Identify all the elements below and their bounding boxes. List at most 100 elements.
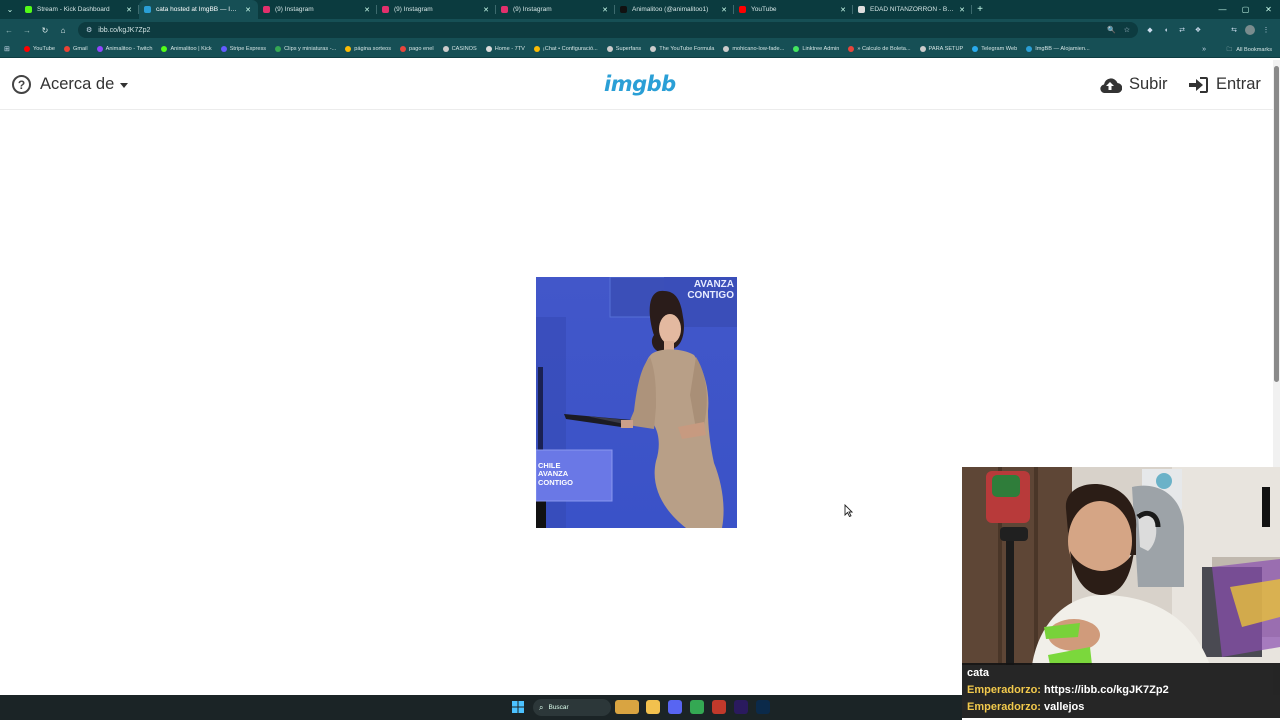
bookmark-item[interactable]: Gmail [63,46,88,52]
upload-button[interactable]: Subir [1098,75,1168,94]
bookmark-item[interactable]: Home - 7TV [485,46,525,52]
tab-search-icon[interactable]: ⌄ [0,0,20,19]
new-tab-button[interactable]: + [972,4,988,15]
bookmark-item[interactable]: mohicano-low-fade... [723,46,784,52]
home-icon[interactable]: ⌂ [54,19,72,41]
bookmark-favicon-icon [275,46,282,52]
tab-close-icon[interactable]: ✕ [958,6,966,14]
bookmark-item[interactable]: ImgBB — Alojamien... [1026,46,1090,52]
browser-tab[interactable]: (9) Instagram ✕ [496,0,615,19]
minimize-icon[interactable]: — [1211,0,1234,19]
browser-tab[interactable]: EDAD NITANZORRON - Buscar ✕ [853,0,972,19]
search-icon: ⌕ [539,702,544,712]
tab-close-icon[interactable]: ✕ [482,6,490,14]
discord-icon[interactable] [668,700,682,714]
browser-tab[interactable]: Stream - Kick Dashboard ✕ [20,0,139,19]
about-menu[interactable]: ? Acerca de [12,75,129,94]
tab-close-icon[interactable]: ✕ [720,6,728,14]
sync-icon[interactable]: ⇆ [1229,25,1239,35]
chat-username: Emperadorzo [967,701,1038,713]
windows-start-icon[interactable] [512,701,524,713]
bookmark-item[interactable]: Telegram Web [972,46,1017,52]
menu-icon[interactable]: ⋮ [1261,25,1271,35]
browser-tab[interactable]: (9) Instagram ✕ [258,0,377,19]
url-text[interactable]: ibb.co/kgJK7Zp2 [98,27,150,34]
bookmark-item[interactable]: The YouTube Formula [650,46,714,52]
all-bookmarks[interactable]: 🗀 All Bookmarks [1227,41,1272,58]
scrollbar-thumb[interactable] [1274,66,1279,382]
tab-title: (9) Instagram [513,6,552,13]
chrome-icon[interactable] [690,700,704,714]
extension-icon[interactable]: ◆ [1145,25,1155,35]
premiere-icon[interactable] [734,700,748,714]
translate-icon[interactable]: ⇄ [1177,25,1187,35]
bookmark-item[interactable]: Clips y miniaturas -... [275,46,336,52]
tab-close-icon[interactable]: ✕ [839,6,847,14]
taskbar-search[interactable]: ⌕ Buscar [533,699,611,716]
about-label: Acerca de [40,75,115,93]
bookmark-item[interactable]: Stripe Express [220,46,266,52]
apps-grid-icon[interactable]: ⊞ [4,45,18,53]
bookmark-item[interactable]: » Calculo de Boleta... [848,46,911,52]
tab-close-icon[interactable]: ✕ [244,6,252,14]
bookmark-favicon-icon [533,46,540,52]
bookmark-label: Animalitoo | Kick [170,46,212,52]
bookmark-item[interactable]: PARA SETUP [919,46,963,52]
bookmark-star-icon[interactable]: ☆ [1124,26,1130,34]
tab-title: (9) Instagram [275,6,314,13]
zoom-icon[interactable]: 🔍 [1107,26,1116,34]
bookmark-item[interactable]: YouTube [24,46,55,52]
bookmark-item[interactable]: página sorteos [345,46,391,52]
login-button[interactable]: Entrar [1188,75,1261,94]
tab-favicon-icon [620,6,627,13]
bookmark-label: Telegram Web [981,46,1018,52]
browser-tab-strip: ⌄ Stream - Kick Dashboard ✕ cata hosted at… [0,0,1280,19]
hosted-image[interactable]: AVANZA CONTIGO CHILE AVANZA CONTIGO [536,277,737,528]
bookmark-favicon-icon [606,46,613,52]
extensions-puzzle-icon[interactable]: ❖ [1193,25,1203,35]
browser-tab[interactable]: Animalitoo (@animalitoo1) ✕ [615,0,734,19]
bookmark-label: Animalitoo - Twitch [105,46,153,52]
browser-tab[interactable]: YouTube ✕ [734,0,853,19]
bookmark-item[interactable]: Linktree Admin [793,46,839,52]
bookmark-favicon-icon [1026,46,1033,52]
bookmark-item[interactable]: ¡Chat • Configuració... [533,46,598,52]
podium-text-3: CONTIGO [538,478,573,487]
bookmark-list: YouTube Gmail Animalitoo - Twitch Animalito… [24,46,1099,52]
address-bar[interactable]: ⚙ ibb.co/kgJK7Zp2 🔍 ☆ [78,22,1138,38]
tab-close-icon[interactable]: ✕ [601,6,609,14]
bookmark-favicon-icon [848,46,855,52]
tab-title: Stream - Kick Dashboard [37,6,110,13]
profile-avatar[interactable] [1245,25,1255,35]
bookmark-label: YouTube [33,46,55,52]
maximize-icon[interactable]: ▢ [1234,0,1257,19]
all-bookmarks-label: All Bookmarks [1236,46,1272,53]
browser-tab[interactable]: (9) Instagram ✕ [377,0,496,19]
reload-icon[interactable]: ↻ [36,19,54,41]
tab-close-icon[interactable]: ✕ [363,6,371,14]
login-label: Entrar [1216,75,1261,93]
back-icon[interactable]: ← [0,19,18,41]
photoshop-icon[interactable] [756,700,770,714]
site-info-icon[interactable]: ⚙ [86,26,92,34]
screen: ⌄ Stream - Kick Dashboard ✕ cata hosted at… [0,0,1280,720]
tab-favicon-icon [144,6,151,13]
tab-favicon-icon [263,6,270,13]
bookmarks-overflow-icon[interactable]: » [1202,41,1206,58]
file-explorer-icon[interactable] [646,700,660,714]
site-logo[interactable]: imgbb [604,72,676,96]
bookmark-item[interactable]: Animalitoo | Kick [161,46,212,52]
close-window-icon[interactable]: ✕ [1257,0,1280,19]
ticket-app-icon[interactable] [712,700,726,714]
bookmark-item[interactable]: Animalitoo - Twitch [96,46,153,52]
browser-tab[interactable]: cata hosted at ImgBB — ImgBB ✕ [139,0,258,19]
audio-extension-icon[interactable]: ◖ [1161,25,1171,35]
forward-icon[interactable]: → [18,19,36,41]
tab-close-icon[interactable]: ✕ [125,6,133,14]
bookmark-item[interactable]: Superfans [606,46,642,52]
bookmark-label: Superfans [615,46,642,52]
banner-text-2: CONTIGO [687,290,734,301]
bookmark-item[interactable]: CASINOS [442,46,477,52]
weather-icon[interactable] [615,700,639,714]
bookmark-item[interactable]: pago enel [400,46,434,52]
